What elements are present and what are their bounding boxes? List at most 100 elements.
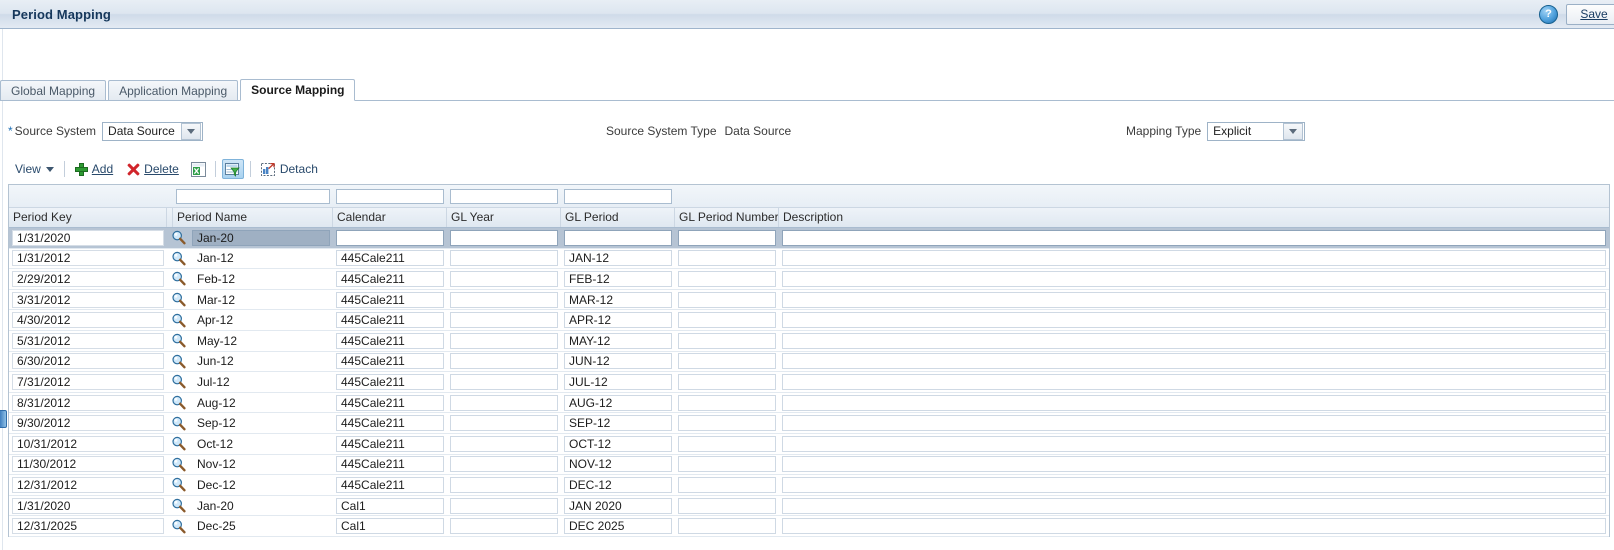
cell-gl-period-value[interactable]: MAR-12 bbox=[564, 291, 672, 308]
table-row[interactable]: 1/31/2020 Jan-20 bbox=[9, 228, 1609, 249]
cell-gl-period-number[interactable] bbox=[675, 433, 779, 454]
cell-period-name[interactable]: Apr-12 bbox=[189, 310, 333, 331]
tab-application-mapping[interactable]: Application Mapping bbox=[108, 80, 239, 101]
cell-period-key[interactable]: 8/31/2012 bbox=[9, 392, 167, 413]
cell-calendar[interactable]: Cal1 bbox=[333, 516, 447, 537]
cell-period-key-value[interactable]: 6/30/2012 bbox=[12, 353, 164, 370]
cell-period-name[interactable]: Nov-12 bbox=[189, 454, 333, 475]
cell-gl-year[interactable] bbox=[447, 516, 561, 537]
cell-description-value[interactable] bbox=[782, 332, 1606, 349]
cell-period-key-value[interactable]: 3/31/2012 bbox=[12, 291, 164, 308]
cell-gl-period-value[interactable]: NOV-12 bbox=[564, 456, 672, 473]
cell-description-value[interactable] bbox=[782, 353, 1606, 370]
cell-period-key[interactable]: 12/31/2025 bbox=[9, 516, 167, 537]
cell-description-value[interactable] bbox=[782, 373, 1606, 390]
cell-description[interactable] bbox=[779, 310, 1609, 331]
cell-calendar[interactable]: 445Cale211 bbox=[333, 475, 447, 496]
cell-period-key[interactable]: 9/30/2012 bbox=[9, 413, 167, 434]
cell-description[interactable] bbox=[779, 248, 1609, 269]
cell-description[interactable] bbox=[779, 269, 1609, 290]
cell-gl-period-number-value[interactable] bbox=[678, 229, 776, 246]
cell-gl-period-number[interactable] bbox=[675, 516, 779, 537]
cell-period-key[interactable]: 11/30/2012 bbox=[9, 454, 167, 475]
magnifier-icon[interactable] bbox=[167, 372, 189, 393]
cell-calendar[interactable]: 445Cale211 bbox=[333, 310, 447, 331]
cell-period-name[interactable]: Feb-12 bbox=[189, 269, 333, 290]
cell-calendar-value[interactable]: 445Cale211 bbox=[336, 456, 444, 473]
magnifier-icon[interactable] bbox=[167, 330, 189, 351]
cell-description[interactable] bbox=[779, 372, 1609, 393]
table-row[interactable]: 3/31/2012 Mar-12 445Cale211 MAR-12 bbox=[9, 290, 1609, 311]
cell-description-value[interactable] bbox=[782, 497, 1606, 514]
cell-gl-year-value[interactable] bbox=[450, 456, 558, 473]
cell-description-value[interactable] bbox=[782, 312, 1606, 329]
cell-period-key-value[interactable]: 7/31/2012 bbox=[12, 373, 164, 390]
cell-period-name-value[interactable]: Mar-12 bbox=[192, 292, 330, 308]
cell-gl-year[interactable] bbox=[447, 454, 561, 475]
magnifier-icon[interactable] bbox=[167, 351, 189, 372]
cell-period-name[interactable]: Jun-12 bbox=[189, 351, 333, 372]
filter-cell-gl-period[interactable] bbox=[561, 185, 675, 207]
cell-calendar-value[interactable]: 445Cale211 bbox=[336, 250, 444, 267]
cell-description[interactable] bbox=[779, 495, 1609, 516]
cell-gl-period[interactable]: DEC 2025 bbox=[561, 516, 675, 537]
cell-calendar-value[interactable]: 445Cale211 bbox=[336, 312, 444, 329]
delete-button[interactable]: Delete bbox=[120, 158, 186, 180]
cell-gl-period-value[interactable]: JAN 2020 bbox=[564, 497, 672, 514]
table-row[interactable]: 6/30/2012 Jun-12 445Cale211 JUN-12 bbox=[9, 352, 1609, 373]
table-row[interactable]: 7/31/2012 Jul-12 445Cale211 JUL-12 bbox=[9, 372, 1609, 393]
cell-calendar-value[interactable]: 445Cale211 bbox=[336, 415, 444, 432]
cell-gl-year[interactable] bbox=[447, 228, 561, 249]
cell-gl-year-value[interactable] bbox=[450, 518, 558, 535]
cell-gl-period-value[interactable]: DEC-12 bbox=[564, 476, 672, 493]
cell-period-key-value[interactable]: 1/31/2020 bbox=[12, 497, 164, 514]
cell-description-value[interactable] bbox=[782, 394, 1606, 411]
cell-gl-period-number[interactable] bbox=[675, 392, 779, 413]
cell-gl-period-number[interactable] bbox=[675, 330, 779, 351]
cell-calendar-value[interactable]: 445Cale211 bbox=[336, 270, 444, 287]
cell-gl-period[interactable]: FEB-12 bbox=[561, 269, 675, 290]
cell-calendar[interactable]: 445Cale211 bbox=[333, 289, 447, 310]
cell-gl-year-value[interactable] bbox=[450, 415, 558, 432]
cell-gl-period-value[interactable]: JAN-12 bbox=[564, 250, 672, 267]
cell-gl-period[interactable]: JUL-12 bbox=[561, 372, 675, 393]
table-row[interactable]: 11/30/2012 Nov-12 445Cale211 NOV-12 bbox=[9, 455, 1609, 476]
cell-description-value[interactable] bbox=[782, 435, 1606, 452]
cell-gl-year-value[interactable] bbox=[450, 270, 558, 287]
cell-gl-year-value[interactable] bbox=[450, 291, 558, 308]
cell-calendar[interactable]: 445Cale211 bbox=[333, 269, 447, 290]
cell-description-value[interactable] bbox=[782, 270, 1606, 287]
cell-gl-period[interactable]: JAN-12 bbox=[561, 248, 675, 269]
magnifier-icon[interactable] bbox=[167, 454, 189, 475]
cell-calendar[interactable] bbox=[333, 228, 447, 249]
cell-period-name-value[interactable]: Nov-12 bbox=[192, 456, 330, 472]
cell-calendar[interactable]: 445Cale211 bbox=[333, 248, 447, 269]
cell-gl-year[interactable] bbox=[447, 289, 561, 310]
cell-gl-period[interactable]: APR-12 bbox=[561, 310, 675, 331]
filter-input-gl-year[interactable] bbox=[450, 188, 558, 204]
cell-calendar[interactable]: 445Cale211 bbox=[333, 433, 447, 454]
cell-period-key[interactable]: 5/31/2012 bbox=[9, 330, 167, 351]
tab-source-mapping[interactable]: Source Mapping bbox=[240, 79, 356, 101]
cell-gl-year-value[interactable] bbox=[450, 394, 558, 411]
cell-description-value[interactable] bbox=[782, 250, 1606, 267]
magnifier-icon[interactable] bbox=[167, 392, 189, 413]
cell-gl-period-number[interactable] bbox=[675, 228, 779, 249]
cell-gl-period-number-value[interactable] bbox=[678, 518, 776, 535]
cell-period-key-value[interactable]: 5/31/2012 bbox=[12, 332, 164, 349]
cell-gl-period-value[interactable]: DEC 2025 bbox=[564, 518, 672, 535]
cell-gl-year[interactable] bbox=[447, 248, 561, 269]
cell-calendar-value[interactable]: Cal1 bbox=[336, 518, 444, 535]
column-header-gl-period[interactable]: GL Period bbox=[561, 208, 675, 227]
cell-gl-period-number[interactable] bbox=[675, 310, 779, 331]
cell-period-name[interactable]: Jul-12 bbox=[189, 372, 333, 393]
cell-period-name-value[interactable]: Jul-12 bbox=[192, 374, 330, 390]
cell-period-name-value[interactable]: Jan-20 bbox=[192, 498, 330, 514]
table-row[interactable]: 4/30/2012 Apr-12 445Cale211 APR-12 bbox=[9, 310, 1609, 331]
cell-description-value[interactable] bbox=[782, 518, 1606, 535]
cell-gl-period-number-value[interactable] bbox=[678, 456, 776, 473]
cell-gl-period[interactable]: SEP-12 bbox=[561, 413, 675, 434]
cell-gl-period-number[interactable] bbox=[675, 351, 779, 372]
filter-cell-period-name[interactable] bbox=[173, 185, 333, 207]
cell-gl-period[interactable]: JUN-12 bbox=[561, 351, 675, 372]
